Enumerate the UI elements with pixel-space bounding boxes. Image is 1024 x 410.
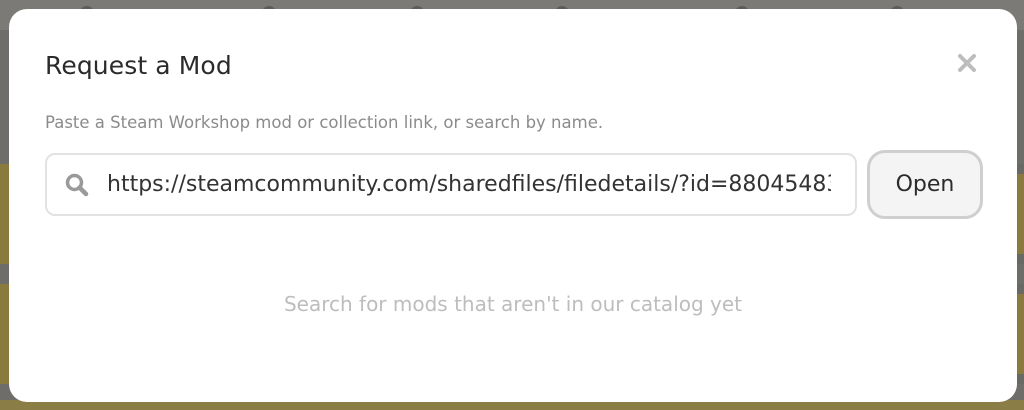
close-button[interactable] [953,49,981,77]
dialog-subtitle: Paste a Steam Workshop mod or collection… [45,113,604,132]
close-icon [958,54,976,72]
empty-state-hint: Search for mods that aren't in our catal… [283,292,743,316]
dialog-title: Request a Mod [45,51,232,80]
search-field[interactable] [45,153,857,216]
search-input[interactable] [107,155,855,214]
request-mod-dialog: Request a Mod Paste a Steam Workshop mod… [9,9,1017,402]
open-button[interactable]: Open [867,150,983,219]
search-icon [47,155,107,214]
